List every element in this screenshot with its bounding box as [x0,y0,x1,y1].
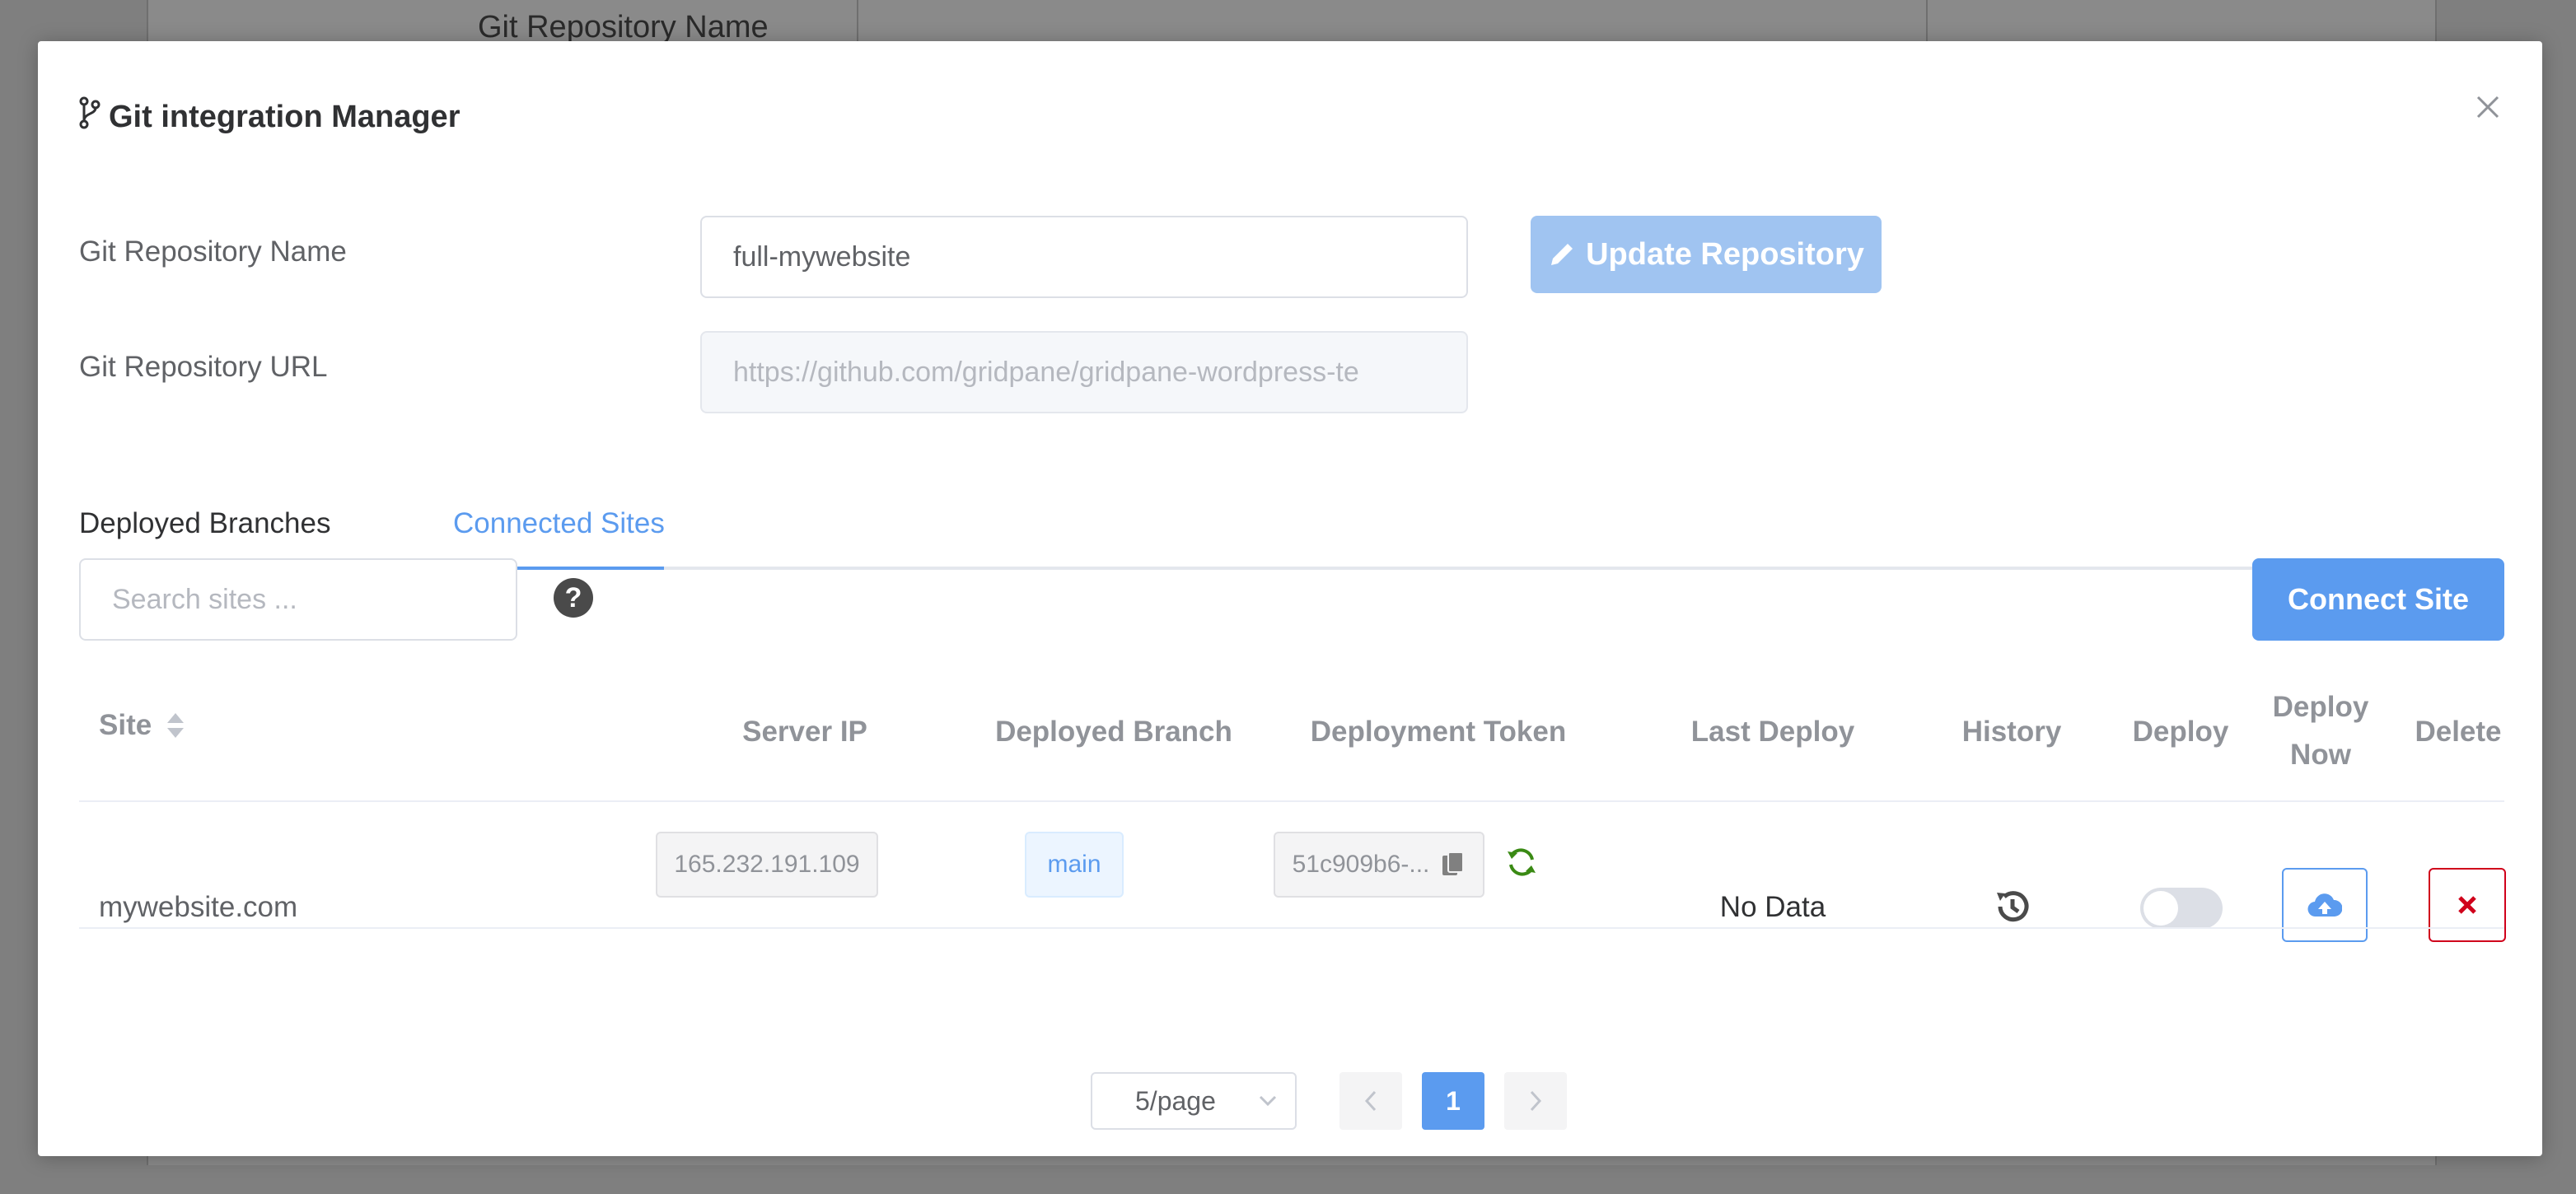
page-1-button[interactable]: 1 [1422,1072,1484,1130]
chevron-left-icon [1364,1090,1377,1112]
regenerate-token-icon[interactable] [1506,847,1537,878]
page-size-value: 5/page [1135,1085,1216,1116]
repo-url-input [700,331,1468,413]
deploy-now-button[interactable] [2282,868,2368,942]
dialog-title: Git integration Manager [79,92,460,142]
deployment-token-value: 51c909b6-... [1292,851,1430,878]
page-size-select[interactable]: 5/page [1091,1072,1297,1130]
update-repository-button[interactable]: Update Repository [1531,216,1882,293]
column-header-server-ip: Server IP [742,716,867,748]
server-ip-tag: 165.232.191.109 [656,832,878,898]
git-manager-dialog: Git integration Manager Git Repository N… [38,41,2542,1156]
column-header-deploy: Deploy [2132,716,2229,748]
repo-url-label: Git Repository URL [79,351,328,383]
cloud-upload-icon [2307,893,2342,917]
copy-icon[interactable] [1441,851,1466,879]
background-title: Git Repository Name [478,10,769,44]
repo-name-input[interactable] [700,216,1468,298]
sort-icon[interactable] [165,711,186,739]
site-cell: mywebsite.com [99,891,298,923]
column-header-site[interactable]: Site [99,702,186,749]
column-header-history: History [1961,716,2062,748]
chevron-down-icon [1259,1095,1277,1107]
history-icon[interactable] [1992,886,2033,927]
table-divider [79,800,2504,802]
help-icon[interactable]: ? [554,578,593,618]
next-page-button[interactable] [1504,1072,1567,1130]
close-icon [2476,96,2499,119]
search-sites-input[interactable] [79,558,517,641]
tab-deployed-branches[interactable]: Deployed Branches [79,507,330,560]
column-header-deploy-now-line1: Deploy [2272,691,2369,723]
background-column-divider [857,0,858,43]
column-header-deployed-branch: Deployed Branch [995,716,1232,748]
table-divider [79,927,2504,929]
deploy-toggle-knob [2144,891,2178,926]
column-header-deployment-token: Deployment Token [1310,716,1567,748]
close-icon [2458,896,2476,914]
tab-connected-sites[interactable]: Connected Sites [453,507,665,560]
git-branch-icon [79,96,101,138]
delete-button[interactable] [2429,868,2506,942]
update-repository-label: Update Repository [1586,236,1864,272]
connect-site-button[interactable]: Connect Site [2252,558,2504,641]
column-header-last-deploy: Last Deploy [1690,716,1855,748]
branch-tag: main [1025,832,1124,898]
repo-name-label: Git Repository Name [79,236,347,268]
column-header-delete: Delete [2415,716,2502,748]
column-header-deploy-now: Deploy Now [2251,683,2391,779]
pencil-icon [1551,244,1573,265]
chevron-right-icon [1530,1090,1542,1112]
deployment-token-tag: 51c909b6-... [1274,832,1484,898]
prev-page-button[interactable] [1339,1072,1402,1130]
deploy-toggle[interactable] [2140,888,2223,929]
column-header-deploy-now-line2: Now [2290,739,2351,771]
background-column-divider [1926,0,1928,43]
column-header-site-label: Site [99,709,152,741]
close-button[interactable] [2468,87,2508,127]
dialog-title-text: Git integration Manager [109,99,461,134]
last-deploy-cell: No Data [1719,891,1826,923]
